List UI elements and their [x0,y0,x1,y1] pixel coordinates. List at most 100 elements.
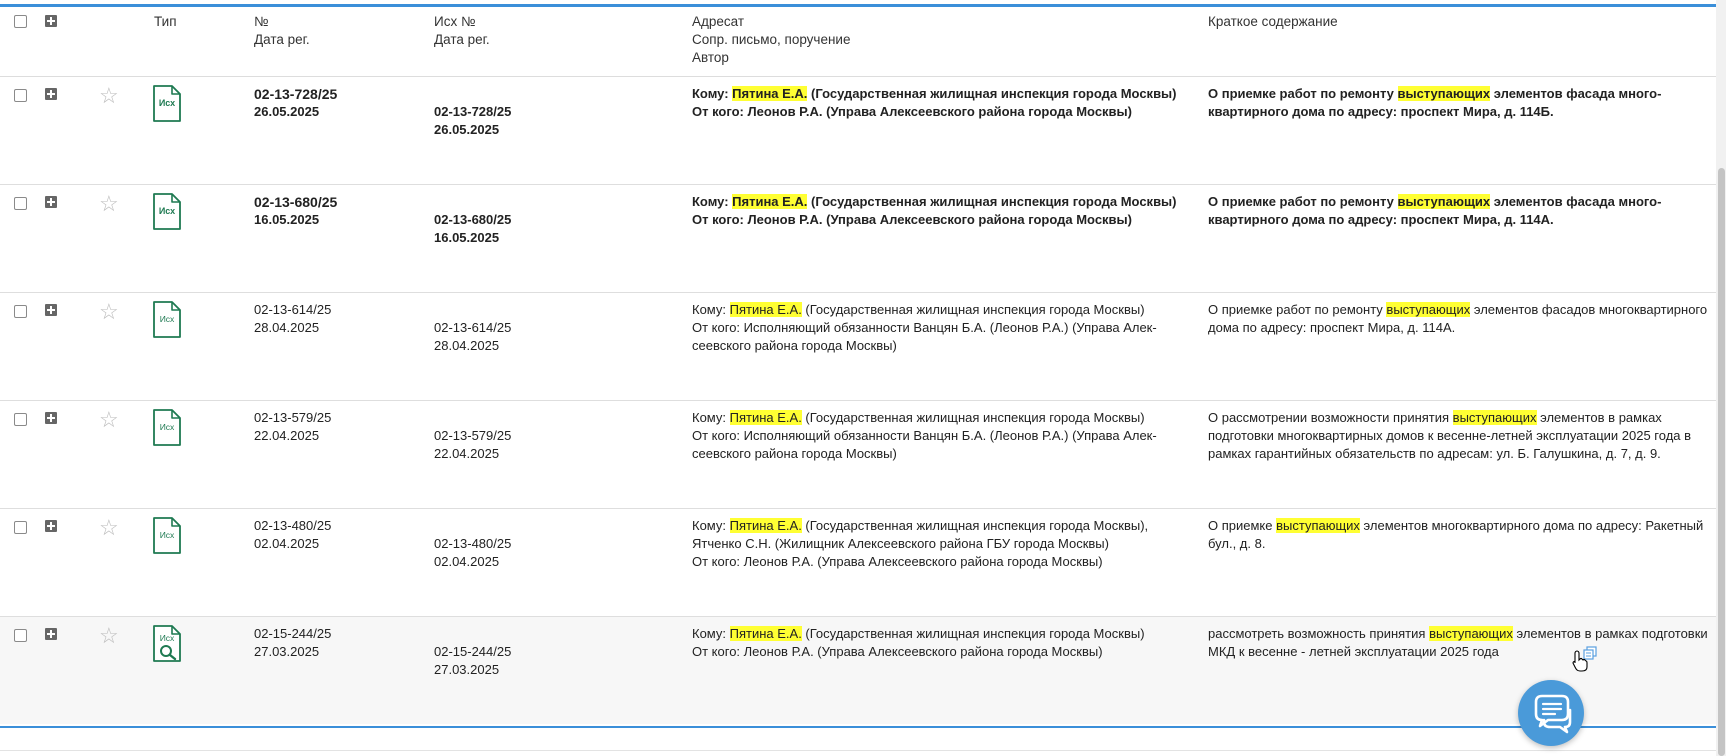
expand-row-icon[interactable] [45,520,57,532]
vertical-scrollbar[interactable] [1716,0,1726,756]
highlighted-term: выступающих [1429,626,1513,641]
svg-text:Исх: Исх [160,422,175,432]
header-out-date-label: Дата рег. [434,32,490,47]
doc-number[interactable]: 02-13-480/25 02.04.2025 [254,517,331,553]
bottom-accent-line [0,726,1716,728]
outgoing-document-icon[interactable]: Исх [152,301,182,339]
doc-number-value[interactable]: 02-13-680/25 [254,193,337,211]
scrollbar-thumb[interactable] [1718,168,1725,756]
chat-bubbles-icon [1534,694,1572,734]
row-checkbox[interactable] [14,197,27,210]
row-checkbox[interactable] [14,629,27,642]
favorite-star-icon[interactable]: ☆ [99,517,119,539]
summary-cell: рассмотреть возможность принятия выступа… [1208,626,1708,659]
select-all-checkbox[interactable] [14,15,27,28]
svg-text:Исх: Исх [159,98,175,108]
favorite-star-icon[interactable]: ☆ [99,409,119,431]
table-row[interactable]: ☆ Исх 02-13-728/25 26.05.2025 02-13-728/… [0,77,1716,185]
doc-number[interactable]: 02-13-614/25 28.04.2025 [254,301,331,337]
favorite-star-icon[interactable]: ☆ [99,625,119,647]
out-number: 02-13-579/25 22.04.2025 [434,427,511,463]
row-checkbox[interactable] [14,413,27,426]
expand-row-icon[interactable] [45,88,57,100]
row-checkbox[interactable] [14,89,27,102]
addressee-from: От кого: Леонов Р.А. (Управа Алексеевско… [692,212,1132,227]
expand-row-icon[interactable] [45,304,57,316]
doc-number-value[interactable]: 02-13-579/25 [254,409,331,427]
out-number-value: 02-13-728/25 [434,104,512,119]
header-type[interactable]: Тип [154,13,177,31]
doc-number-value[interactable]: 02-13-480/25 [254,517,331,535]
addressee-from: От кого: Леонов Р.А. (Управа Алексеевско… [692,644,1103,659]
highlighted-name: Пятина Е.А. [729,626,802,641]
doc-number[interactable]: 02-13-728/25 26.05.2025 [254,85,337,121]
outgoing-document-icon[interactable]: Исх [152,517,182,555]
table-row[interactable]: ☆ Исх 02-13-614/25 28.04.2025 02-13-614/… [0,293,1716,401]
addressee-cell: Кому: Пятина Е.А. (Государственная жилищ… [692,625,1197,661]
expand-row-icon[interactable] [45,196,57,208]
highlighted-term: выступающих [1397,194,1491,209]
out-reg-date: 26.05.2025 [434,122,500,137]
doc-reg-date: 22.04.2025 [254,428,320,443]
highlighted-term: выступающих [1276,518,1360,533]
addressee-cell: Кому: Пятина Е.А. (Государственная жилищ… [692,193,1197,229]
doc-reg-date: 28.04.2025 [254,320,320,335]
highlighted-name: Пятина Е.А. [729,518,802,533]
favorite-star-icon[interactable]: ☆ [99,301,119,323]
summary-cell: О приемке работ по ремонту выступающих э… [1208,194,1662,227]
header-out-number[interactable]: Исх № Дата рег. [434,13,490,49]
favorite-star-icon[interactable]: ☆ [99,193,119,215]
highlighted-name: Пятина Е.А. [729,302,802,317]
out-number-value: 02-13-480/25 [434,536,512,551]
summary-cell: О рассмотрении возможности принятия выст… [1208,410,1692,461]
addressee-from: От кого: Леонов Р.А. (Управа Алексеевско… [692,104,1132,119]
outgoing-document-icon[interactable]: Исх [152,193,182,231]
table-row[interactable]: ☆ Исх 02-13-480/25 02.04.2025 02-13-480/… [0,509,1716,617]
addressee-from: От кого: Исполняющий обязанности Ванцян … [692,428,1157,461]
header-addressee[interactable]: Адресат Сопр. письмо, поручение Автор [692,13,850,67]
favorite-star-icon[interactable]: ☆ [99,85,119,107]
bottom-divider [0,750,1716,751]
svg-text:Исх: Исх [160,530,175,540]
expand-row-icon[interactable] [45,628,57,640]
table-row[interactable]: ☆ Исх 02-15-244/25 27.03.2025 02-15-244/… [0,617,1716,724]
row-checkbox[interactable] [14,305,27,318]
expand-all-icon[interactable] [45,15,57,27]
doc-number-value[interactable]: 02-15-244/25 [254,625,331,643]
doc-reg-date: 16.05.2025 [254,212,320,227]
out-number: 02-13-728/25 26.05.2025 [434,103,511,139]
highlighted-term: выступающих [1397,86,1491,101]
expand-row-icon[interactable] [45,412,57,424]
doc-number-value[interactable]: 02-13-728/25 [254,85,337,103]
addressee-cell: Кому: Пятина Е.А. (Государственная жилищ… [692,85,1197,121]
row-checkbox[interactable] [14,521,27,534]
header-out-number-label: Исх № [434,14,476,29]
doc-reg-date: 27.03.2025 [254,644,320,659]
addressee-from: От кого: Леонов Р.А. (Управа Алексеевско… [692,554,1103,569]
doc-number[interactable]: 02-13-680/25 16.05.2025 [254,193,337,229]
header-number[interactable]: № Дата рег. [254,13,310,49]
table-row[interactable]: ☆ Исх 02-13-579/25 22.04.2025 02-13-579/… [0,401,1716,509]
out-reg-date: 28.04.2025 [434,338,500,353]
out-number-value: 02-15-244/25 [434,644,512,659]
table-row[interactable]: ☆ Исх 02-13-680/25 16.05.2025 02-13-680/… [0,185,1716,293]
grid-body: ☆ Исх 02-13-728/25 26.05.2025 02-13-728/… [0,77,1716,724]
out-number: 02-13-614/25 28.04.2025 [434,319,511,355]
chat-button[interactable] [1518,680,1584,746]
out-number-value: 02-13-680/25 [434,212,512,227]
highlighted-term: выступающих [1452,410,1537,425]
outgoing-document-icon[interactable]: Исх [152,409,182,447]
header-summary[interactable]: Краткое содержание [1208,13,1338,31]
svg-text:Исх: Исх [159,206,175,216]
outgoing-document-search-icon[interactable]: Исх [152,625,182,663]
doc-number[interactable]: 02-15-244/25 27.03.2025 [254,625,331,661]
highlighted-name: Пятина Е.А. [729,410,802,425]
addressee-cell: Кому: Пятина Е.А. (Государственная жилищ… [692,517,1197,571]
out-reg-date: 22.04.2025 [434,446,500,461]
doc-number[interactable]: 02-13-579/25 22.04.2025 [254,409,331,445]
highlighted-term: выступающих [1386,302,1471,317]
addressee-to: Кому: Пятина Е.А. (Государственная жилищ… [692,86,1177,101]
outgoing-document-icon[interactable]: Исх [152,85,182,123]
highlighted-name: Пятина Е.А. [732,86,808,101]
doc-number-value[interactable]: 02-13-614/25 [254,301,331,319]
